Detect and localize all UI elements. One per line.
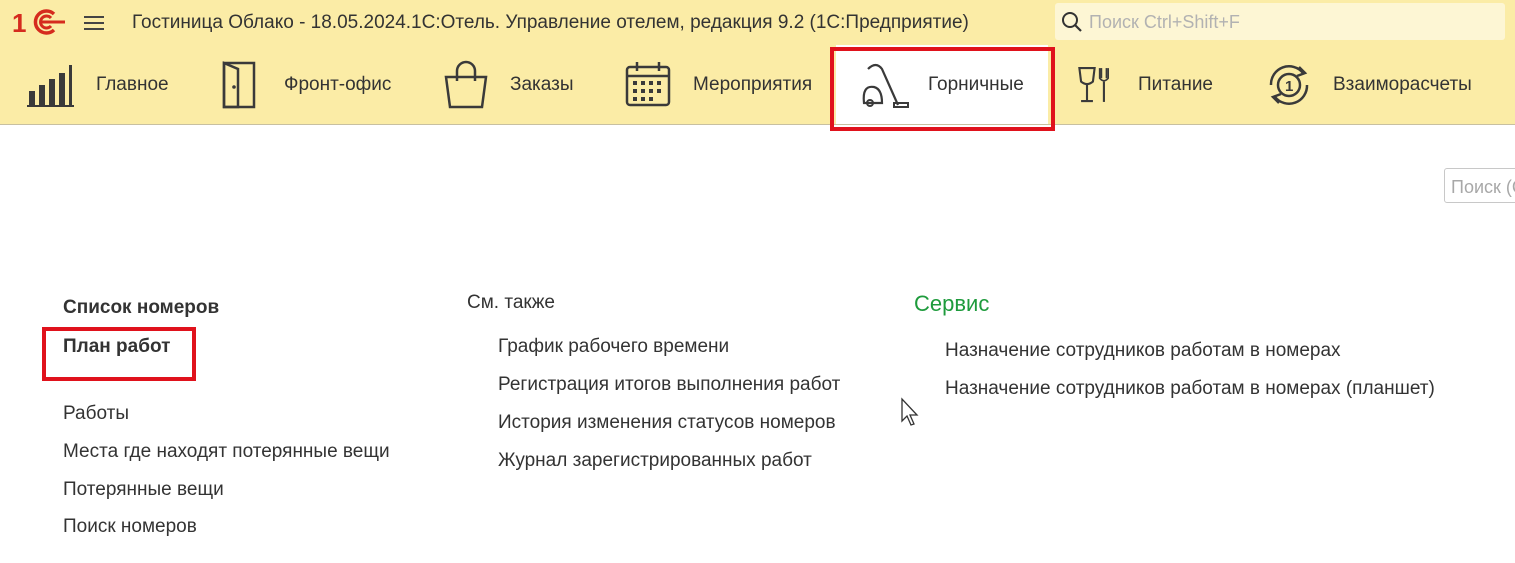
sections-bar: Главное Фронт-офис Заказы Мероприятия Го… (0, 45, 1515, 125)
section-settlements[interactable]: 1 Взаиморасчеты (1263, 45, 1472, 124)
active-section-underline (836, 124, 1048, 125)
section-main[interactable]: Главное (26, 45, 169, 124)
cycle-one-icon: 1 (1269, 64, 1309, 105)
vacuum-cleaner-icon (862, 63, 909, 108)
section-housekeeping-label: Горничные (928, 73, 1024, 95)
link-assign-staff-tablet[interactable]: Назначение сотрудников работам в номерах… (945, 378, 1435, 400)
section-settlements-label: Взаиморасчеты (1333, 73, 1472, 95)
glass-fork-icon (1078, 66, 1109, 102)
section-events[interactable]: Мероприятия (623, 45, 812, 124)
section-orders[interactable]: Заказы (440, 45, 574, 124)
link-lost-items[interactable]: Потерянные вещи (63, 479, 224, 501)
section-front-office[interactable]: Фронт-офис (214, 45, 391, 124)
section-food-label: Питание (1138, 73, 1213, 95)
link-room-list[interactable]: Список номеров (63, 297, 219, 319)
mouse-cursor-icon (901, 397, 919, 426)
section-food[interactable]: Питание (1076, 45, 1213, 124)
link-work-schedule[interactable]: График рабочего времени (498, 336, 729, 358)
link-works[interactable]: Работы (63, 403, 129, 425)
section-events-label: Мероприятия (693, 73, 813, 95)
calendar-icon (625, 61, 671, 106)
app-title: Гостиница Облако - 18.05.2024.1С:Отель. … (132, 12, 969, 33)
section-housekeeping[interactable]: Горничные (858, 45, 1024, 124)
section-front-office-label: Фронт-офис (284, 73, 392, 95)
link-room-status-history[interactable]: История изменения статусов номеров (498, 412, 836, 434)
link-lost-items-places[interactable]: Места где находят потерянные вещи (63, 441, 390, 463)
1c-logo-icon[interactable]: 1 (10, 6, 70, 38)
service-heading: Сервис (914, 291, 990, 316)
svg-text:1: 1 (1285, 78, 1293, 95)
link-work-results[interactable]: Регистрация итогов выполнения работ (498, 374, 840, 396)
hamburger-menu-icon[interactable] (80, 10, 108, 36)
global-search-box[interactable] (1055, 3, 1505, 40)
link-assign-staff[interactable]: Назначение сотрудников работам в номерах (945, 340, 1341, 362)
content-search-input[interactable] (1449, 175, 1515, 199)
section-main-label: Главное (96, 73, 169, 95)
link-work-plan[interactable]: План работ (63, 336, 170, 358)
search-icon (1062, 12, 1082, 32)
title-bar: 1 Гостиница Облако - 18.05.2024.1С:Отель… (0, 0, 1515, 45)
svg-text:1: 1 (12, 8, 26, 38)
link-room-search[interactable]: Поиск номеров (63, 516, 197, 538)
door-icon (222, 60, 256, 108)
section-orders-label: Заказы (510, 73, 574, 95)
see-also-heading: См. также (467, 292, 555, 313)
link-work-journal[interactable]: Журнал зарегистрированных работ (498, 450, 812, 472)
bar-chart-icon (27, 64, 74, 107)
shopping-bag-icon (444, 60, 488, 108)
global-search-input[interactable] (1087, 9, 1491, 35)
content-search-box[interactable] (1444, 168, 1515, 203)
